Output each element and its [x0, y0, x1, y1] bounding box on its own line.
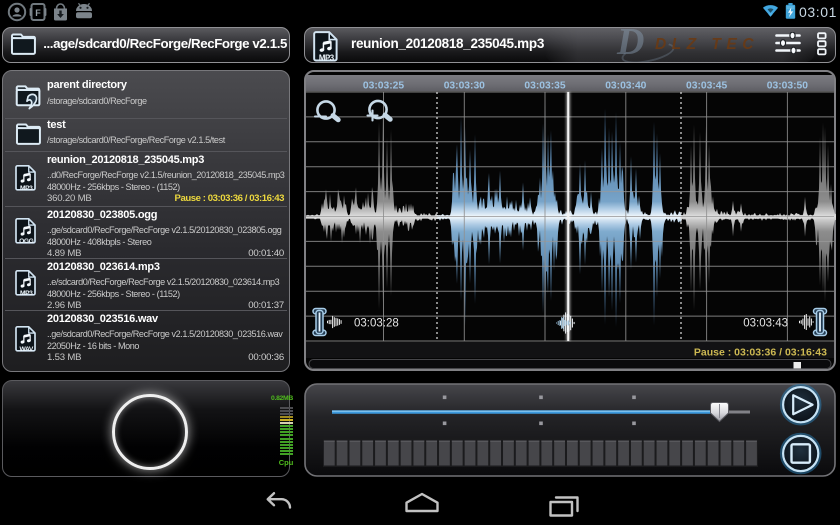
svg-text:MP3: MP3 [319, 54, 335, 63]
svg-text:03:03:50: 03:03:50 [767, 80, 808, 91]
svg-text:03:03:43: 03:03:43 [743, 318, 788, 330]
svg-text:F: F [35, 8, 41, 18]
svg-text:OGG: OGG [19, 238, 34, 245]
svg-text:03:03:30: 03:03:30 [444, 80, 485, 91]
svg-text:03:03:35: 03:03:35 [524, 80, 565, 91]
svg-text:MP3: MP3 [20, 185, 33, 192]
svg-text:03:03:40: 03:03:40 [605, 80, 646, 91]
svg-text:WAV: WAV [19, 346, 33, 353]
svg-text:03:03:28: 03:03:28 [354, 318, 399, 330]
svg-text:03:03:45: 03:03:45 [686, 80, 727, 91]
svg-text:03:03:25: 03:03:25 [363, 80, 404, 91]
svg-text:Pause : 03:03:36 / 03:16:43: Pause : 03:03:36 / 03:16:43 [694, 347, 827, 359]
svg-text:MP3: MP3 [20, 290, 33, 297]
